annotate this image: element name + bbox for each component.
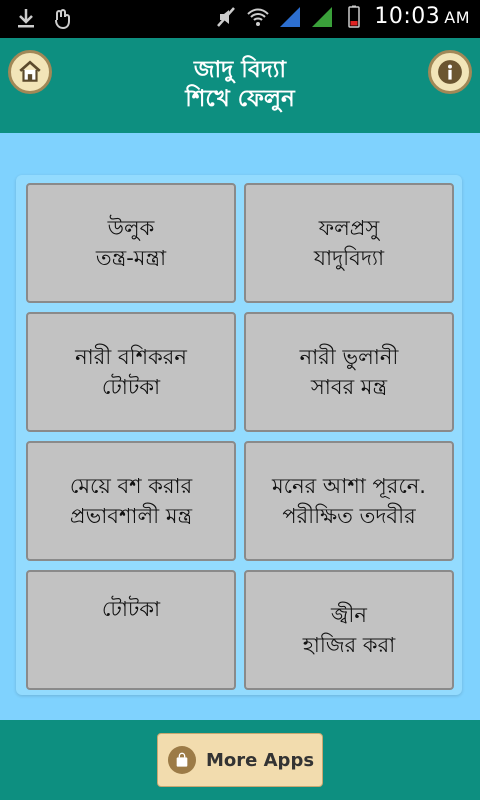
status-bar: 10:03 AM (0, 0, 480, 38)
tile-line-1: মনের আশা পূরনে. (271, 474, 426, 498)
mute-icon (217, 6, 236, 27)
tile-line-2: তন্ত্র-মন্ত্রা (95, 246, 167, 270)
tile-line-2: হাজির করা (302, 633, 396, 657)
tile-line-2: সাবর মন্ত্র (310, 375, 388, 399)
title-line-1: জাদু বিদ্যা (193, 57, 287, 83)
menu-tile-uluk[interactable]: উলুক তন্ত্র-মন্ত্রা (26, 183, 236, 303)
tile-line-1: টোটকা (101, 597, 161, 621)
tile-line-2: টোটকা (101, 375, 161, 399)
main-content: উলুক তন্ত্র-মন্ত্রা ফলপ্রসু যাদুবিদ্যা ন… (0, 133, 480, 720)
home-icon (19, 60, 41, 82)
app-header: জাদু বিদ্যা শিখে ফেলুন (0, 38, 480, 132)
tile-line-1: উলুক (107, 216, 155, 240)
title-line-2: শিখে ফেলুন (185, 86, 295, 112)
clock-time: 10:03 (374, 4, 441, 29)
menu-tile-nari-boshikoron[interactable]: নারী বশিকরন টোটকা (26, 312, 236, 432)
status-right: 10:03 AM (214, 4, 470, 29)
tile-line-2: যাদুবিদ্যা (313, 246, 385, 270)
tile-line-1: মেয়ে বশ করার (69, 474, 193, 498)
menu-tile-jadubidya[interactable]: ফলপ্রসু যাদুবিদ্যা (244, 183, 454, 303)
more-apps-button[interactable]: More Apps (157, 733, 323, 787)
tile-text: জ্বীন হাজির করা (303, 600, 395, 660)
clock-ampm: AM (444, 8, 470, 27)
tile-line-1: নারী ভুলানী (299, 345, 399, 369)
menu-tile-moner-asha[interactable]: মনের আশা পূরনে. পরীক্ষিত তদবীর (244, 441, 454, 561)
tile-line-2: প্রভাবশালী মন্ত্র (69, 504, 193, 528)
signal-icon-2 (312, 6, 333, 27)
menu-tile-meye-bosh[interactable]: মেয়ে বশ করার প্রভাবশালী মন্ত্র (26, 441, 236, 561)
tile-text: মনের আশা পূরনে. পরীক্ষিত তদবীর (272, 471, 426, 531)
battery-icon (348, 5, 361, 28)
hand-icon (55, 8, 70, 30)
tile-line-1: নারী বশিকরন (75, 345, 187, 369)
wifi-icon (247, 8, 270, 26)
menu-panel: উলুক তন্ত্র-মন্ত্রা ফলপ্রসু যাদুবিদ্যা ন… (16, 175, 462, 695)
status-left (14, 6, 74, 30)
clock: 10:03 AM (374, 4, 470, 29)
shopping-bag-glyph (176, 752, 188, 767)
shopping-bag-icon (168, 746, 196, 774)
home-button[interactable] (8, 50, 52, 94)
tile-text: নারী ভুলানী সাবর মন্ত্র (300, 342, 399, 402)
menu-tile-totka[interactable]: টোটকা (26, 570, 236, 690)
page-title: জাদু বিদ্যা শিখে ফেলুন (120, 56, 360, 114)
menu-tile-nari-bhulani[interactable]: নারী ভুলানী সাবর মন্ত্র (244, 312, 454, 432)
bottom-bar: More Apps (0, 720, 480, 800)
info-icon (438, 60, 462, 84)
more-apps-label: More Apps (206, 749, 315, 771)
signal-icon (280, 6, 301, 27)
tile-text: মেয়ে বশ করার প্রভাবশালী মন্ত্র (70, 471, 192, 531)
download-icon (18, 9, 34, 28)
tile-line-1: ফলপ্রসু (318, 216, 380, 240)
tile-text: টোটকা (102, 594, 160, 624)
menu-tile-jin-hajir[interactable]: জ্বীন হাজির করা (244, 570, 454, 690)
tile-text: ফলপ্রসু যাদুবিদ্যা (314, 213, 384, 273)
tile-text: উলুক তন্ত্র-মন্ত্রা (96, 213, 166, 273)
tile-line-1: জ্বীন (331, 603, 367, 627)
tile-text: নারী বশিকরন টোটকা (75, 342, 187, 402)
tile-line-2: পরীক্ষিত তদবীর (282, 504, 416, 528)
info-button[interactable] (428, 50, 472, 94)
